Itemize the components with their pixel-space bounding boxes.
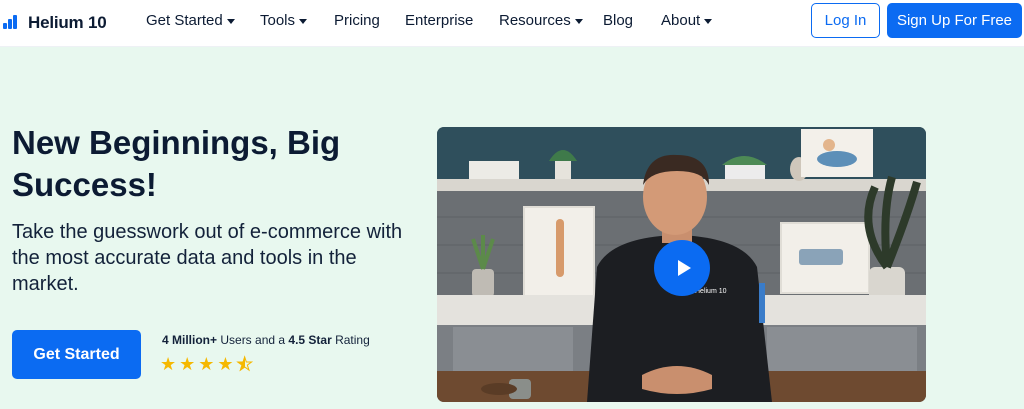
hero-subtitle: Take the guesswork out of e-commerce wit… [12, 221, 403, 295]
top-navbar: Helium 10 Get Started Tools Pricing Enterpr… [0, 0, 1024, 47]
hero-title: New Beginnings, Big Success! [12, 124, 341, 203]
nav-item-label: Blog [603, 12, 634, 29]
chevron-down-icon [574, 18, 583, 24]
play-button[interactable] [654, 240, 710, 296]
nav-item-label: Get Started [146, 12, 223, 29]
social-proof-text: 4 Million+ Users and a 4.5 Star Rating [162, 333, 370, 347]
play-icon [677, 260, 691, 276]
logo-bars-icon [2, 13, 22, 33]
nav-item-label: About [661, 12, 701, 29]
nav-item-tools[interactable]: Tools [260, 12, 308, 29]
nav-item-label: Resources [499, 12, 571, 29]
chevron-down-icon [299, 18, 308, 24]
chevron-down-icon [226, 18, 235, 24]
star-rating: ★ ★ ★ ★ ★ [160, 354, 253, 374]
rating-text: Rating [331, 333, 370, 347]
star-full-icon: ★ [179, 354, 196, 374]
nav-item-label: Tools [260, 12, 296, 29]
rating-value: 4.5 Star [288, 333, 332, 347]
get-started-button[interactable]: Get Started [12, 330, 141, 379]
nav-item-label: Enterprise [405, 12, 474, 29]
star-full-icon: ★ [160, 354, 177, 374]
star-full-icon: ★ [217, 354, 234, 374]
nav-item-resources[interactable]: Resources [499, 12, 583, 29]
hero-video[interactable]: Helium 10 [437, 127, 926, 402]
login-button[interactable]: Log In [811, 3, 880, 38]
nav-item-about[interactable]: About [661, 12, 713, 29]
nav-item-enterprise[interactable]: Enterprise [405, 12, 473, 29]
brand-logo[interactable]: Helium 10 [2, 13, 138, 33]
star-full-icon: ★ [198, 354, 215, 374]
nav-item-blog[interactable]: Blog [603, 12, 633, 29]
signup-button[interactable]: Sign Up For Free [887, 3, 1022, 38]
nav-item-label: Pricing [334, 12, 380, 29]
star-half-icon: ★ [236, 354, 253, 374]
nav-item-get-started[interactable]: Get Started [146, 12, 235, 29]
chevron-down-icon [704, 18, 713, 24]
users-count: 4 Million+ [162, 333, 218, 347]
nav-item-pricing[interactable]: Pricing [334, 12, 380, 29]
users-text: Users and a [217, 333, 289, 347]
brand-name: Helium 10 [28, 13, 107, 32]
